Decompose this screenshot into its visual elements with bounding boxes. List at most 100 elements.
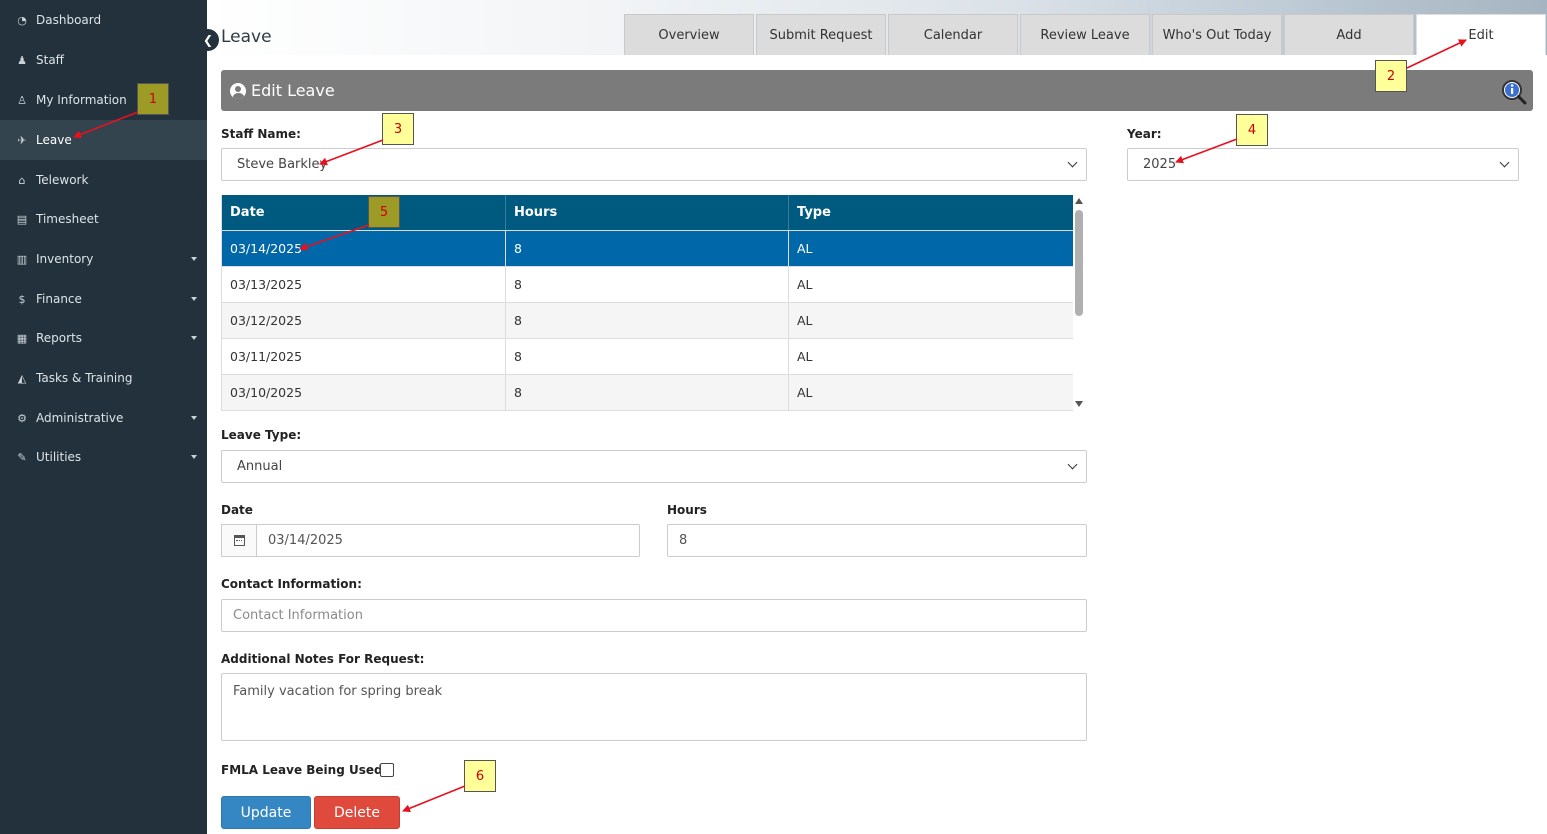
sidebar: ◔ Dashboard ♟ Staff ♙ My Information ✈ Leave… bbox=[0, 0, 207, 834]
cell-hours: 8 bbox=[506, 267, 789, 302]
sidebar-item-leave[interactable]: ✈ Leave bbox=[0, 120, 207, 160]
sidebar-item-label: Telework bbox=[36, 173, 89, 187]
scrollbar-thumb[interactable] bbox=[1075, 210, 1083, 316]
staff-name-label: Staff Name: bbox=[221, 127, 301, 141]
sidebar-item-label: Administrative bbox=[36, 411, 124, 425]
sidebar-item-label: Utilities bbox=[36, 450, 82, 464]
leave-type-value: Annual bbox=[237, 459, 283, 474]
info-search-icon[interactable] bbox=[1501, 79, 1527, 105]
scroll-down-arrow-icon[interactable] bbox=[1075, 401, 1083, 407]
panel-title: Edit Leave bbox=[251, 81, 335, 100]
sidebar-item-finance[interactable]: $ Finance bbox=[0, 279, 207, 319]
callout-2: 2 bbox=[1375, 60, 1407, 92]
cell-type: AL bbox=[789, 303, 1073, 338]
chevron-down-icon bbox=[1067, 157, 1078, 168]
cell-hours: 8 bbox=[506, 231, 789, 266]
table-row[interactable]: 03/14/2025 8 AL bbox=[222, 231, 1073, 267]
bar-chart-icon: ▥ bbox=[16, 252, 28, 266]
sidebar-item-dashboard[interactable]: ◔ Dashboard bbox=[0, 0, 207, 40]
column-header-date[interactable]: Date bbox=[222, 195, 506, 230]
chevron-down-icon bbox=[191, 455, 197, 459]
fmla-checkbox[interactable] bbox=[380, 763, 394, 777]
cell-type: AL bbox=[789, 375, 1073, 410]
year-select[interactable]: 2025 bbox=[1127, 148, 1519, 181]
file-icon: ▤ bbox=[16, 212, 28, 226]
staff-name-select[interactable]: Steve Barkley bbox=[221, 148, 1087, 181]
dashboard-icon: ◔ bbox=[17, 13, 27, 27]
tab-add[interactable]: Add bbox=[1284, 14, 1414, 55]
column-header-hours[interactable]: Hours bbox=[506, 195, 789, 230]
additional-notes-textarea[interactable]: Family vacation for spring break bbox=[221, 673, 1087, 741]
cell-type: AL bbox=[789, 231, 1073, 266]
grid-scrollbar[interactable] bbox=[1074, 195, 1086, 411]
chevron-left-icon: ❮ bbox=[202, 33, 214, 47]
table-row[interactable]: 03/10/2025 8 AL bbox=[222, 375, 1073, 411]
callout-5: 5 bbox=[368, 196, 400, 228]
sidebar-item-label: Timesheet bbox=[36, 212, 99, 226]
tab-calendar[interactable]: Calendar bbox=[888, 14, 1018, 55]
callout-3: 3 bbox=[382, 113, 414, 145]
cell-date: 03/12/2025 bbox=[222, 303, 506, 338]
sidebar-item-administrative[interactable]: ⚙ Administrative bbox=[0, 398, 207, 438]
hours-label: Hours bbox=[667, 503, 707, 517]
column-header-type[interactable]: Type bbox=[789, 195, 1073, 230]
scroll-up-arrow-icon[interactable] bbox=[1075, 198, 1083, 204]
calendar-icon bbox=[234, 535, 245, 546]
tab-submit-request[interactable]: Submit Request bbox=[756, 14, 886, 55]
fmla-label: FMLA Leave Being Used? bbox=[221, 763, 390, 777]
leave-type-label: Leave Type: bbox=[221, 428, 302, 442]
cell-type: AL bbox=[789, 267, 1073, 302]
cell-hours: 8 bbox=[506, 339, 789, 374]
year-label: Year: bbox=[1127, 127, 1162, 141]
sidebar-item-staff[interactable]: ♟ Staff bbox=[0, 40, 207, 80]
wrench-icon: ✎ bbox=[17, 450, 27, 464]
year-value: 2025 bbox=[1143, 157, 1177, 172]
cell-date: 03/10/2025 bbox=[222, 375, 506, 410]
callout-6: 6 bbox=[464, 760, 496, 792]
tab-edit[interactable]: Edit bbox=[1416, 14, 1546, 55]
sidebar-item-reports[interactable]: ▦ Reports bbox=[0, 318, 207, 358]
graduation-cap-icon: ◭ bbox=[17, 371, 27, 385]
table-row[interactable]: 03/11/2025 8 AL bbox=[222, 339, 1073, 375]
delete-button[interactable]: Delete bbox=[314, 796, 400, 829]
hours-input[interactable]: 8 bbox=[667, 524, 1087, 557]
chevron-down-icon bbox=[191, 336, 197, 340]
date-input[interactable]: 03/14/2025 bbox=[256, 524, 640, 557]
chevron-down-icon bbox=[1067, 459, 1078, 470]
chevron-down-icon bbox=[191, 416, 197, 420]
additional-notes-label: Additional Notes For Request: bbox=[221, 652, 425, 666]
sidebar-item-inventory[interactable]: ▥ Inventory bbox=[0, 239, 207, 279]
cell-date: 03/13/2025 bbox=[222, 267, 506, 302]
sidebar-item-label: Dashboard bbox=[36, 13, 102, 27]
collapse-sidebar-button[interactable]: ❮ bbox=[197, 29, 219, 51]
users-icon: ♟ bbox=[17, 53, 27, 67]
cell-type: AL bbox=[789, 339, 1073, 374]
plane-icon: ✈ bbox=[17, 133, 27, 147]
contact-information-input[interactable]: Contact Information bbox=[221, 599, 1087, 632]
tab-overview[interactable]: Overview bbox=[624, 14, 754, 55]
update-button[interactable]: Update bbox=[221, 796, 311, 829]
callout-1: 1 bbox=[137, 83, 169, 115]
sidebar-item-utilities[interactable]: ✎ Utilities bbox=[0, 437, 207, 477]
cell-date: 03/14/2025 bbox=[222, 231, 506, 266]
dollar-icon: $ bbox=[18, 292, 26, 306]
leave-type-select[interactable]: Annual bbox=[221, 450, 1087, 483]
sidebar-item-my-information[interactable]: ♙ My Information bbox=[0, 80, 207, 120]
sidebar-item-label: My Information bbox=[36, 93, 127, 107]
arrow-6 bbox=[402, 785, 466, 813]
sidebar-item-timesheet[interactable]: ▤ Timesheet bbox=[0, 199, 207, 239]
sidebar-item-telework[interactable]: ⌂ Telework bbox=[0, 160, 207, 200]
tab-whos-out-today[interactable]: Who's Out Today bbox=[1152, 14, 1282, 55]
cell-hours: 8 bbox=[506, 375, 789, 410]
sidebar-item-label: Tasks & Training bbox=[36, 371, 133, 385]
date-picker-button[interactable] bbox=[221, 524, 257, 557]
sidebar-item-label: Reports bbox=[36, 331, 83, 345]
sidebar-item-label: Staff bbox=[36, 53, 64, 67]
contact-information-label: Contact Information: bbox=[221, 577, 362, 591]
page-title: Leave bbox=[221, 27, 272, 47]
home-icon: ⌂ bbox=[18, 173, 26, 187]
table-row[interactable]: 03/13/2025 8 AL bbox=[222, 267, 1073, 303]
sidebar-item-tasks-training[interactable]: ◭ Tasks & Training bbox=[0, 358, 207, 398]
tab-review-leave[interactable]: Review Leave bbox=[1020, 14, 1150, 55]
table-row[interactable]: 03/12/2025 8 AL bbox=[222, 303, 1073, 339]
